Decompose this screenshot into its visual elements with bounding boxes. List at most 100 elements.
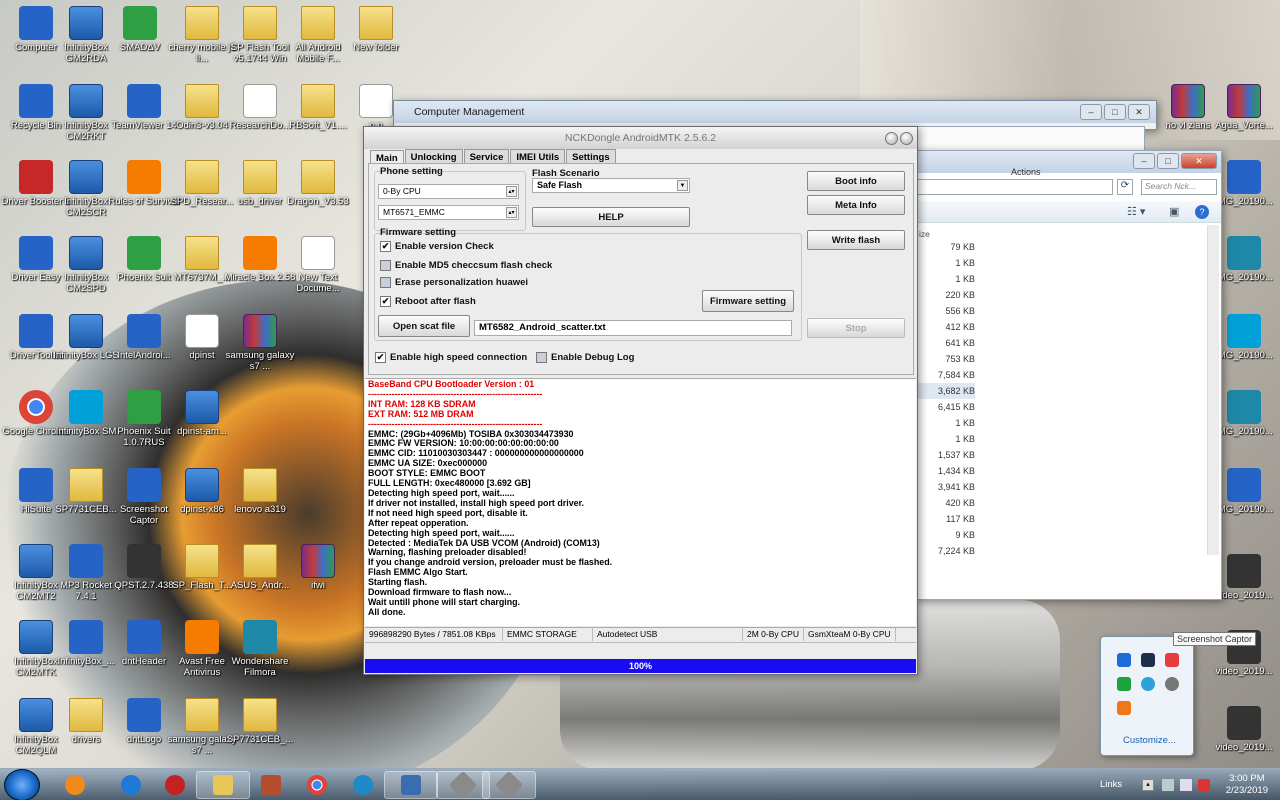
winrar-icon [1227,84,1261,118]
firmware-setting-label: Firmware setting [380,227,457,238]
firmware-setting-button[interactable]: Firmware setting [702,290,794,312]
infinitybox-icon [19,698,53,732]
checkbox-checked-icon: ✔ [375,352,386,363]
minimize-button[interactable]: – [1133,153,1155,169]
stop-button[interactable]: Stop [807,318,905,338]
smadav-tray-icon[interactable] [1117,677,1131,691]
image-icon [1227,390,1261,424]
network-icon[interactable] [1162,779,1174,791]
taskbar-qlm[interactable] [336,771,390,799]
flash-scenario-select[interactable]: Safe Flash ▼ [532,178,690,193]
spin-icon: ▴▾ [506,186,517,197]
desktop-icon[interactable]: lenovo a319 [224,468,296,515]
intel-icon [127,314,161,348]
desktop-icon-label: dpinst-am... [177,426,227,437]
desktop-icon[interactable]: samsung galaxy s7 ... [224,314,296,372]
help-button[interactable]: HELP [532,207,690,227]
nck-titlebar[interactable]: NCKDongle AndroidMTK 2.5.6.2 [364,127,917,149]
flash-scenario-value: Safe Flash [537,180,583,190]
scrollbar[interactable] [1207,225,1219,555]
links-toolbar[interactable]: Links [1100,779,1122,790]
avast-tray-icon[interactable] [1117,701,1131,715]
meta-info-button[interactable]: Meta Info [807,195,905,215]
desktop-icon[interactable]: video_2019... [1208,706,1280,753]
minimize-button[interactable]: – [1080,104,1102,120]
status-cell: Autodetect USB [593,628,743,641]
mp3-rocket-icon [69,544,103,578]
enable-md5-check[interactable]: Enable MD5 checcsum flash check [380,260,552,271]
infinitybox-icon [69,620,103,654]
search-input[interactable]: Search Nck... [1141,179,1217,195]
debug-log-check[interactable]: Enable Debug Log [536,352,634,363]
desktop-icon[interactable]: ifwi [282,544,354,591]
teamviewer-tray-icon[interactable] [1117,653,1131,667]
close-button[interactable] [900,131,913,145]
tray-overflow-popup: Customize... [1100,636,1194,756]
customize-link[interactable]: Customize... [1123,735,1176,746]
view-options-icon[interactable]: ☷ ▾ [1127,205,1145,218]
taskbar-explorer[interactable] [196,771,250,799]
open-scat-file-button[interactable]: Open scat file [378,315,470,337]
high-speed-check[interactable]: ✔ Enable high speed connection [375,352,527,363]
desktop-icon[interactable]: Agua_Vorte... [1208,84,1280,131]
file-size: 79 KB [950,242,975,252]
close-button[interactable]: ✕ [1128,104,1150,120]
driver-booster-icon [165,775,185,795]
explorer-titlebar[interactable]: – □ ✕ [915,151,1221,173]
status-cell: 996898290 Bytes / 7851.08 KBps [365,628,503,641]
image-icon [1227,160,1261,194]
actions-label: Actions [1011,167,1041,177]
taskbar-computer-management[interactable] [384,771,438,799]
desktop-icon[interactable]: New Text Docume... [282,236,354,294]
action-center-icon[interactable] [1198,779,1210,791]
log-output[interactable]: BaseBand CPU Bootloader Version : 01 ----… [365,378,916,626]
close-button[interactable]: ✕ [1181,153,1217,169]
tray-expand-icon[interactable]: ▴ [1142,779,1154,791]
desktop-icon[interactable]: SP7731CEB_... [224,698,296,745]
installer-icon [185,390,219,424]
chip-select[interactable]: MT6571_EMMC ▴▾ [378,205,519,220]
address-bar[interactable] [917,179,1113,195]
maximize-button[interactable]: □ [1104,104,1126,120]
desktop-icon[interactable]: Dragon_V3.53 [282,160,354,207]
start-button[interactable] [4,769,40,800]
taskbar-media-player[interactable] [48,771,102,799]
folder-icon [301,84,335,118]
phoenix-tray-icon[interactable] [1141,677,1155,691]
minimize-button[interactable] [885,131,898,145]
file-size: 1 KB [955,258,975,268]
screenshot-captor-tray-icon[interactable] [1165,653,1179,667]
preview-pane-icon[interactable]: ▣ [1169,205,1179,218]
write-flash-button[interactable]: Write flash [807,230,905,250]
boot-info-button[interactable]: Boot info [807,171,905,191]
desktop-icon[interactable]: dpinst-am... [166,390,238,437]
folder-icon [213,775,233,795]
refresh-icon[interactable]: ⟳ [1117,179,1133,195]
help-icon[interactable]: ? [1195,205,1209,219]
settings-tray-icon[interactable] [1165,677,1179,691]
folder-icon [243,468,277,502]
desktop-icon-label: ifwi [311,580,325,591]
log-line: Detecting high speed port, wait...... [368,527,515,538]
maximize-button[interactable]: □ [1157,153,1179,169]
desktop-icon[interactable]: Wondershare Filmora [224,620,296,678]
log-line: Flash EMMC Algo Start. [368,567,468,578]
taskbar-driver-booster[interactable] [148,771,202,799]
scatter-file-field[interactable]: MT6582_Android_scatter.txt [474,320,792,336]
computer-management-titlebar[interactable]: Computer Management – □ ✕ [394,101,1156,123]
size-column-header[interactable]: ize [919,229,930,239]
document-icon [301,236,335,270]
file-size: 420 KB [945,498,975,508]
taskbar-nck-2[interactable] [482,770,536,800]
checkbox-unchecked-icon [380,260,391,271]
cpu-select[interactable]: 0-By CPU ▴▾ [378,184,519,199]
clock[interactable]: 3:00 PM 2/23/2019 [1226,773,1268,797]
enable-version-check[interactable]: ✔ Enable version Check [380,241,494,252]
display-tray-icon[interactable] [1141,653,1155,667]
desktop-icon[interactable]: New folder [340,6,412,53]
desktop-icon-label: lenovo a319 [234,504,286,515]
document-icon [243,84,277,118]
reboot-after-flash-check[interactable]: ✔ Reboot after flash [380,296,476,307]
volume-icon[interactable] [1180,779,1192,791]
erase-personalization-check[interactable]: Erase personalization huawei [380,277,528,288]
